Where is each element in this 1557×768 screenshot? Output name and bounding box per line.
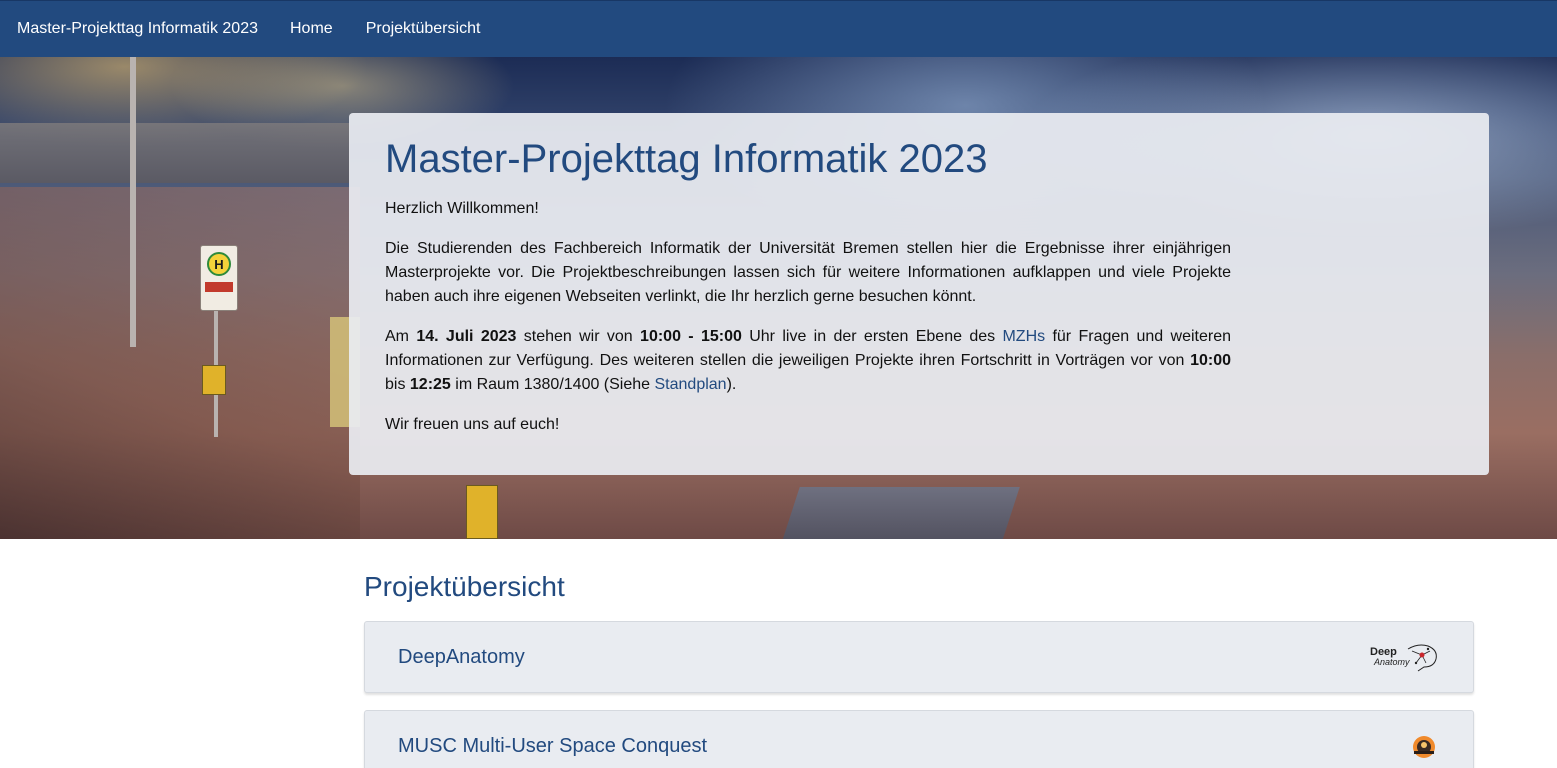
deep-anatomy-logo-icon: Deep Anatomy: [1370, 641, 1440, 673]
musc-planet-icon: [1413, 736, 1435, 758]
schedule-text-part: ).: [726, 376, 737, 393]
jumbotron-text: Herzlich Willkommen! Die Studierenden de…: [385, 197, 1231, 437]
talk-start-time: 10:00: [1190, 352, 1231, 369]
schedule-text-part: im Raum 1380/1400 (Siehe: [450, 376, 655, 393]
event-time-range: 10:00 - 15:00: [640, 328, 742, 345]
intro-text: Die Studierenden des Fachbereich Informa…: [385, 240, 1231, 305]
hero-lamp-pole: [130, 57, 136, 347]
brain-network-icon: [1407, 644, 1437, 672]
hero-bin: [202, 365, 226, 395]
bus-stop-plate: [205, 282, 233, 292]
schedule-text-part: stehen wir von: [516, 328, 641, 345]
hero-skylight: [780, 487, 1020, 539]
musc-logo-icon: [1408, 733, 1440, 759]
nav-link-home[interactable]: Home: [290, 20, 333, 38]
schedule-text-part: bis: [385, 376, 410, 393]
project-title[interactable]: MUSC Multi-User Space Conquest: [398, 735, 707, 758]
project-overview-heading: Projektübersicht: [364, 571, 565, 602]
event-date: 14. Juli 2023: [416, 328, 517, 345]
bus-stop-icon: H: [207, 252, 231, 276]
jumbotron-title: Master-Projekttag Informatik 2023: [385, 137, 988, 181]
greeting-text: Herzlich Willkommen!: [385, 200, 539, 217]
hero-bridge: [0, 123, 350, 183]
talk-end-time: 12:25: [409, 376, 451, 393]
project-card-musc[interactable]: MUSC Multi-User Space Conquest: [364, 710, 1474, 768]
hero-platform: [0, 187, 360, 539]
schedule-text-part: Am: [385, 328, 417, 345]
schedule-text-part: Uhr live in der ersten Ebene des: [741, 328, 1003, 345]
top-navbar: Master-Projekttag Informatik 2023 Home P…: [0, 0, 1557, 57]
schedule-text: Am 14. Juli 2023 stehen wir von 10:00 - …: [385, 325, 1231, 397]
welcome-jumbotron: Master-Projekttag Informatik 2023 Herzli…: [349, 113, 1489, 475]
navbar-brand[interactable]: Master-Projekttag Informatik 2023: [17, 20, 258, 38]
project-title[interactable]: DeepAnatomy: [398, 646, 525, 669]
project-card-deepanatomy[interactable]: DeepAnatomy Deep Anatomy: [364, 621, 1474, 693]
nav-link-projektuebersicht[interactable]: Projektübersicht: [366, 20, 481, 38]
bus-stop-sign: H: [200, 245, 238, 311]
closing-text: Wir freuen uns auf euch!: [385, 416, 560, 433]
standplan-link[interactable]: Standplan: [655, 376, 727, 393]
hero-bin-large: [466, 485, 498, 539]
mzh-link[interactable]: MZHs: [1002, 328, 1045, 345]
